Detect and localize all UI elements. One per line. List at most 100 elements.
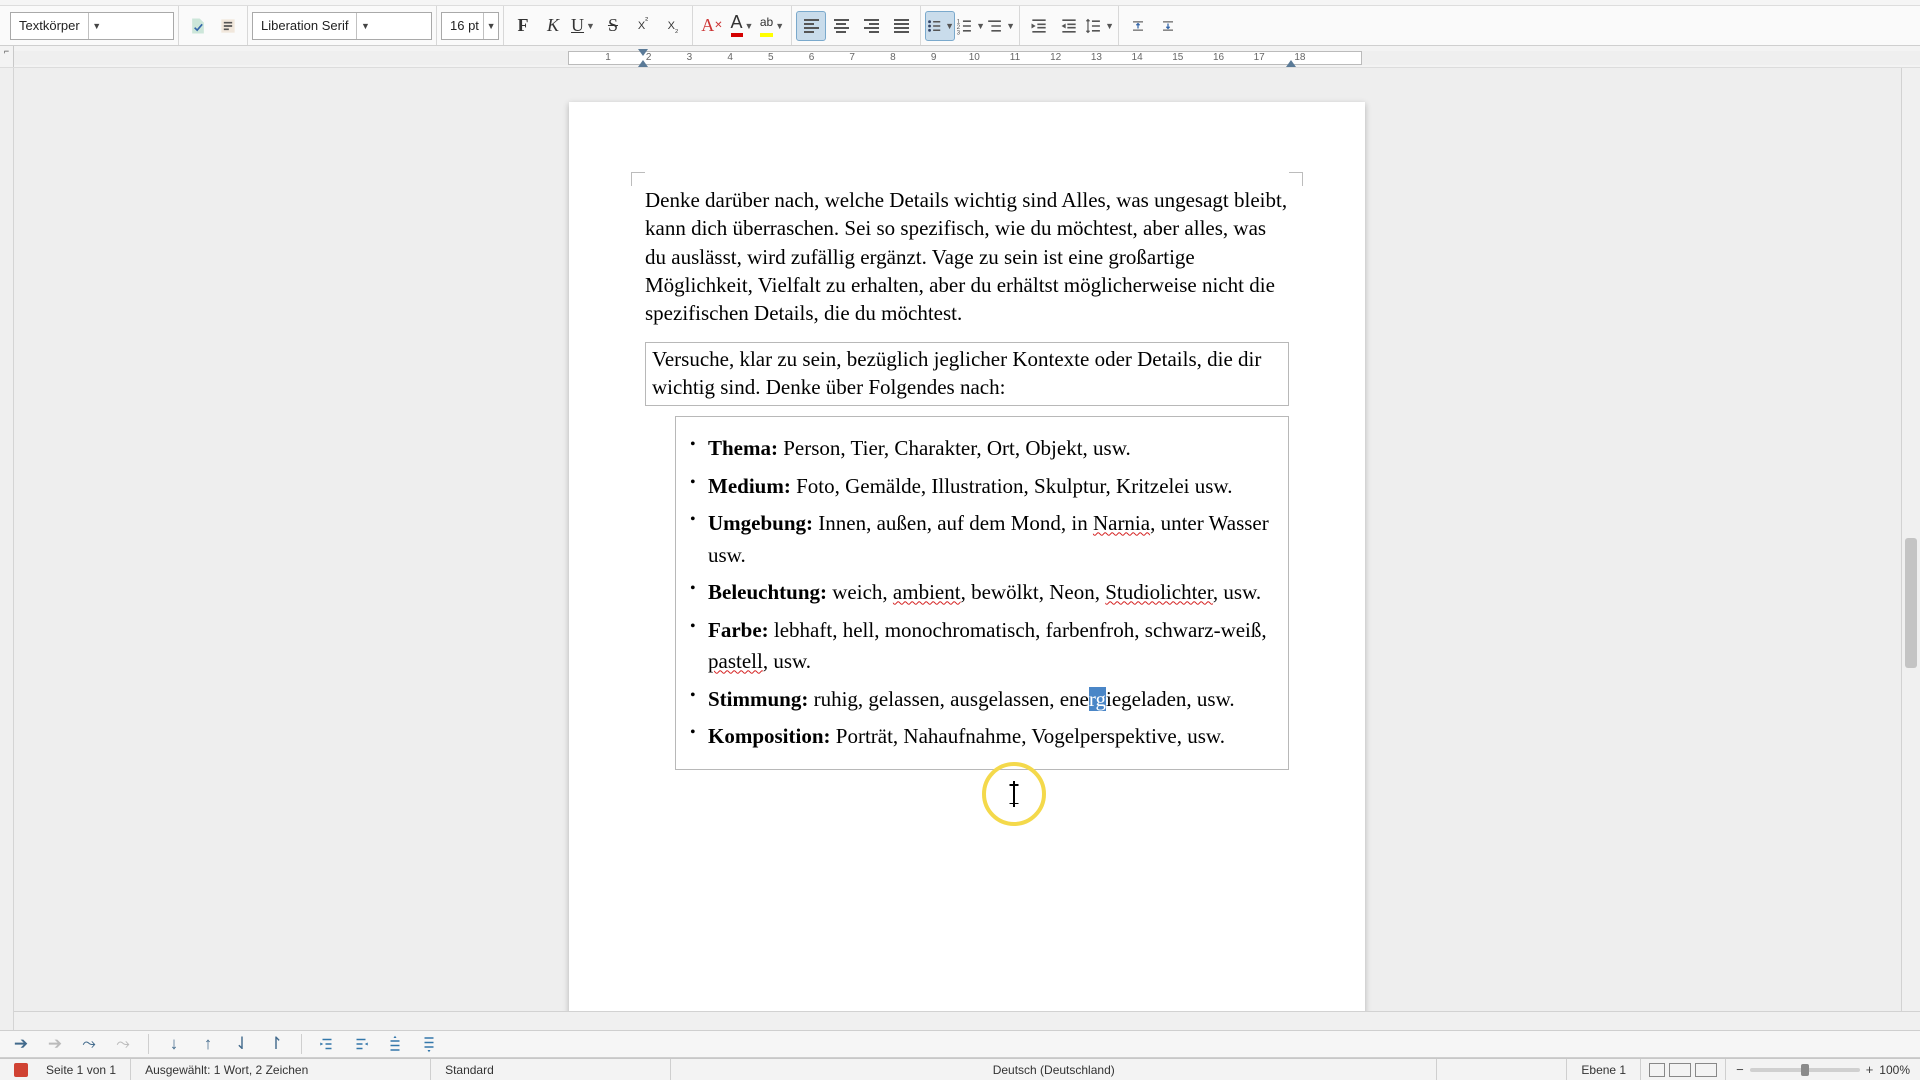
increase-indent-button[interactable] bbox=[1024, 11, 1054, 41]
chevron-down-icon: ▼ bbox=[356, 13, 373, 39]
document-page[interactable]: Denke darüber nach, welche Details wicht… bbox=[569, 102, 1365, 1030]
font-size-combo[interactable]: 16 pt ▼ bbox=[441, 12, 499, 40]
line-spacing-button[interactable]: ▼ bbox=[1084, 11, 1114, 41]
subscript-button[interactable]: X bbox=[658, 11, 688, 41]
promote-button[interactable] bbox=[314, 1033, 340, 1055]
paragraph-style-combo[interactable]: Textkörper ▼ bbox=[10, 12, 174, 40]
nav-prev-result-button[interactable]: ⤳ bbox=[110, 1033, 136, 1055]
move-down-button[interactable] bbox=[416, 1033, 442, 1055]
status-insert-mode[interactable] bbox=[1437, 1059, 1567, 1080]
ruler-number: 15 bbox=[1172, 52, 1183, 63]
paragraph-style-value: Textkörper bbox=[11, 18, 88, 33]
ruler-number: 9 bbox=[931, 52, 937, 63]
nav-forward-button[interactable]: ➔ bbox=[8, 1033, 34, 1055]
highlight-color-button[interactable]: ab▼ bbox=[757, 11, 787, 41]
zoom-value[interactable]: 100% bbox=[1879, 1063, 1910, 1077]
ruler-number: 12 bbox=[1050, 52, 1061, 63]
save-status-icon[interactable] bbox=[14, 1063, 28, 1077]
list-item[interactable]: Beleuchtung: weich, ambient, bewölkt, Ne… bbox=[688, 577, 1276, 609]
list-item[interactable]: Stimmung: ruhig, gelassen, ausgelassen, … bbox=[688, 684, 1276, 716]
new-style-button[interactable] bbox=[213, 11, 243, 41]
update-style-button[interactable] bbox=[183, 11, 213, 41]
list-item[interactable]: Thema: Person, Tier, Charakter, Ort, Obj… bbox=[688, 433, 1276, 465]
multi-page-view-button[interactable] bbox=[1669, 1063, 1691, 1077]
nav-next-result-button[interactable]: ⤳ bbox=[76, 1033, 102, 1055]
ruler-number: 11 bbox=[1010, 52, 1020, 63]
list-item[interactable]: Medium: Foto, Gemälde, Illustration, Sku… bbox=[688, 471, 1276, 503]
status-language[interactable]: Deutsch (Deutschland) bbox=[671, 1059, 1437, 1080]
clear-formatting-button[interactable]: A✕ bbox=[697, 11, 727, 41]
list-item[interactable]: Komposition: Porträt, Nahaufnahme, Vogel… bbox=[688, 721, 1276, 753]
zoom-in-button[interactable]: + bbox=[1866, 1062, 1874, 1077]
chevron-down-icon: ▼ bbox=[483, 13, 498, 39]
ruler-number: 8 bbox=[890, 52, 896, 63]
nav-down-button[interactable]: ↓ bbox=[161, 1033, 187, 1055]
increase-para-spacing-button[interactable] bbox=[1123, 11, 1153, 41]
zoom-out-button[interactable]: − bbox=[1736, 1062, 1744, 1077]
vertical-scrollbar[interactable] bbox=[1901, 68, 1920, 1030]
ruler-number: 17 bbox=[1254, 52, 1265, 63]
margin-corner-icon bbox=[1289, 172, 1303, 186]
bold-button[interactable]: F bbox=[508, 11, 538, 41]
document-workspace: Denke darüber nach, welche Details wicht… bbox=[0, 68, 1920, 1030]
font-name-combo[interactable]: Liberation Serif ▼ bbox=[252, 12, 432, 40]
horizontal-scrollbar[interactable] bbox=[14, 1011, 1920, 1030]
zoom-control: − + 100% bbox=[1726, 1062, 1920, 1077]
ruler-number: 4 bbox=[727, 52, 733, 63]
scrollbar-thumb[interactable] bbox=[1905, 538, 1917, 668]
list-item[interactable]: Umgebung: Innen, außen, auf dem Mond, in… bbox=[688, 508, 1276, 571]
text-frame-list[interactable]: Thema: Person, Tier, Charakter, Ort, Obj… bbox=[675, 416, 1289, 770]
paragraph-intro[interactable]: Denke darüber nach, welche Details wicht… bbox=[645, 186, 1289, 328]
decrease-indent-button[interactable] bbox=[1054, 11, 1084, 41]
text-frame-subheading[interactable]: Versuche, klar zu sein, bezüglich jeglic… bbox=[645, 342, 1289, 407]
status-page[interactable]: Seite 1 von 1 bbox=[32, 1059, 131, 1080]
status-layer[interactable]: Ebene 1 bbox=[1567, 1059, 1641, 1080]
view-mode-buttons bbox=[1641, 1059, 1726, 1080]
italic-button[interactable]: K bbox=[538, 11, 568, 41]
horizontal-ruler[interactable]: ⌐ 123456789101112131415161718 bbox=[0, 46, 1920, 68]
ruler-number: 1 bbox=[605, 52, 611, 63]
number-list-button[interactable]: 123▼ bbox=[955, 11, 985, 41]
ruler-number: 16 bbox=[1213, 52, 1224, 63]
align-left-button[interactable] bbox=[796, 11, 826, 41]
status-selection[interactable]: Ausgewählt: 1 Wort, 2 Zeichen bbox=[131, 1059, 431, 1080]
align-right-button[interactable] bbox=[856, 11, 886, 41]
strikethrough-button[interactable]: S bbox=[598, 11, 628, 41]
font-color-button[interactable]: A▼ bbox=[727, 11, 757, 41]
ruler-number: 18 bbox=[1294, 52, 1305, 63]
document-scroll-area[interactable]: Denke darüber nach, welche Details wicht… bbox=[14, 68, 1920, 1030]
demote-button[interactable] bbox=[348, 1033, 374, 1055]
align-center-button[interactable] bbox=[826, 11, 856, 41]
font-name-value: Liberation Serif bbox=[253, 18, 356, 33]
ruler-number: 6 bbox=[809, 52, 815, 63]
bullet-list-button[interactable]: ▼ bbox=[925, 11, 955, 41]
ruler-number: 13 bbox=[1091, 52, 1102, 63]
single-page-view-button[interactable] bbox=[1649, 1063, 1665, 1077]
decrease-para-spacing-button[interactable] bbox=[1153, 11, 1183, 41]
list-item[interactable]: Farbe: lebhaft, hell, monochromatisch, f… bbox=[688, 615, 1276, 678]
text-cursor-icon bbox=[1013, 781, 1015, 807]
outline-button[interactable]: ▼ bbox=[985, 11, 1015, 41]
navigation-toolbar: ➔ ➔ ⤳ ⤳ ↓ ↑ ⇃ ↾ bbox=[0, 1030, 1920, 1058]
status-page-style[interactable]: Standard bbox=[431, 1059, 671, 1080]
ruler-number: 10 bbox=[969, 52, 980, 63]
zoom-slider[interactable] bbox=[1750, 1068, 1860, 1072]
ruler-number: 3 bbox=[687, 52, 693, 63]
nav-page-up-button[interactable]: ↾ bbox=[263, 1033, 289, 1055]
align-justify-button[interactable] bbox=[886, 11, 916, 41]
cursor-highlight-ring bbox=[982, 762, 1046, 826]
book-view-button[interactable] bbox=[1695, 1063, 1717, 1077]
nav-back-button[interactable]: ➔ bbox=[42, 1033, 68, 1055]
underline-button[interactable]: U▼ bbox=[568, 11, 598, 41]
nav-page-down-button[interactable]: ⇃ bbox=[229, 1033, 255, 1055]
superscript-button[interactable]: X bbox=[628, 11, 658, 41]
margin-corner-icon bbox=[631, 172, 645, 186]
nav-up-button[interactable]: ↑ bbox=[195, 1033, 221, 1055]
text-selection: rg bbox=[1089, 687, 1106, 711]
move-up-button[interactable] bbox=[382, 1033, 408, 1055]
formatting-toolbar: Textkörper ▼ Liberation Serif ▼ 16 pt ▼ … bbox=[0, 6, 1920, 46]
vertical-ruler[interactable] bbox=[0, 68, 14, 1030]
chevron-down-icon: ▼ bbox=[88, 13, 105, 39]
zoom-slider-knob[interactable] bbox=[1801, 1064, 1809, 1076]
ruler-number: 2 bbox=[646, 52, 652, 63]
